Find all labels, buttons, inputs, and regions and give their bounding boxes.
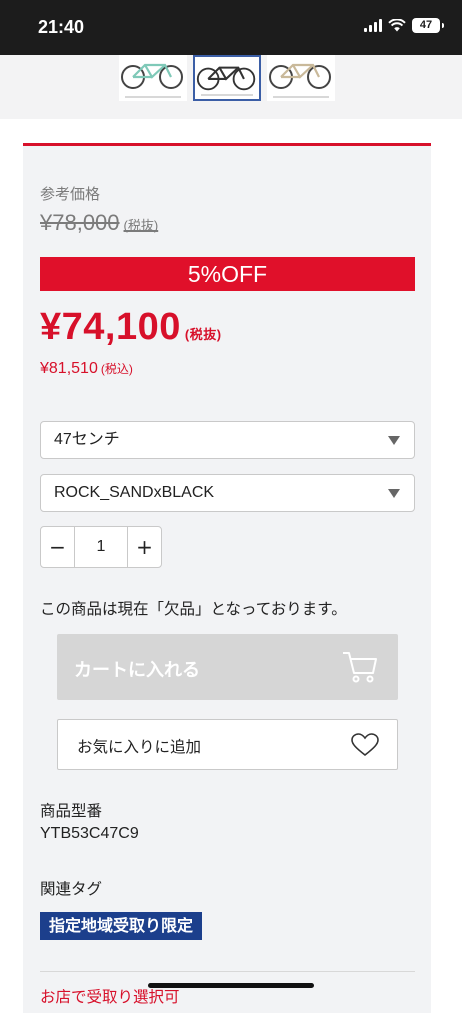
store-pickup-link[interactable]: お店で受取り選択可 — [40, 985, 180, 1007]
reference-price: ¥78,000 (税抜) — [40, 210, 158, 236]
size-select-value: 47センチ — [54, 431, 120, 448]
cart-icon — [343, 652, 377, 683]
heart-icon — [351, 733, 379, 757]
price-incl-tax-label: (税込) — [100, 362, 133, 376]
thumbnail-sand[interactable] — [267, 55, 335, 101]
quantity-stepper: − 1 + — [40, 526, 162, 568]
model-number-value: YTB53C47C9 — [40, 825, 139, 842]
battery-icon: 47 — [412, 18, 444, 33]
sale-price: ¥74,100 (税抜) — [40, 306, 222, 349]
thumbnail-caption — [201, 94, 253, 96]
model-number-label: 商品型番 — [40, 802, 103, 820]
reference-price-value: ¥78,000 — [40, 210, 120, 235]
add-to-cart-button[interactable]: カートに入れる — [57, 634, 398, 700]
sale-price-tax: (税抜) — [184, 327, 222, 342]
color-select[interactable]: ROCK_SANDxBLACK — [40, 474, 415, 512]
bicycle-icon — [269, 63, 331, 89]
thumbnail-strip — [0, 55, 462, 119]
thumbnail-caption — [125, 96, 181, 98]
sale-price-value: ¥74,100 — [40, 306, 181, 348]
discount-badge: 5%OFF — [40, 257, 415, 291]
home-indicator[interactable] — [148, 983, 314, 988]
thumbnail-black[interactable] — [193, 55, 261, 101]
status-time: 21:40 — [38, 17, 85, 37]
reference-price-tax: (税抜) — [123, 218, 159, 233]
reference-price-label: 参考価格 — [40, 186, 101, 203]
color-select-value: ROCK_SANDxBLACK — [54, 484, 215, 501]
signal-icon — [364, 19, 382, 32]
price-incl-tax: ¥81,510 (税込) — [40, 360, 133, 378]
quantity-input[interactable]: 1 — [74, 527, 128, 567]
divider — [40, 971, 415, 972]
add-to-favorites-label: お気に入りに追加 — [77, 738, 202, 756]
thumbnail-caption — [273, 96, 329, 98]
wifi-icon — [388, 19, 406, 32]
add-to-favorites-button[interactable]: お気に入りに追加 — [57, 719, 398, 770]
bicycle-icon — [121, 63, 183, 89]
quantity-increment-button[interactable]: + — [128, 527, 161, 567]
status-bar: 21:40 47 — [0, 0, 462, 55]
bicycle-icon — [196, 66, 256, 91]
stock-message: この商品は現在「欠品」となっております。 — [40, 600, 347, 618]
related-tag[interactable]: 指定地域受取り限定 — [40, 912, 203, 940]
chevron-down-icon — [388, 436, 400, 445]
size-select[interactable]: 47センチ — [40, 421, 415, 459]
thumbnail-mint[interactable] — [119, 55, 187, 101]
price-incl-value: ¥81,510 — [40, 360, 98, 377]
related-tags-label: 関連タグ — [40, 880, 103, 898]
chevron-down-icon — [388, 489, 400, 498]
add-to-cart-label: カートに入れる — [74, 660, 200, 681]
status-icons: 47 — [364, 18, 444, 33]
quantity-decrement-button[interactable]: − — [41, 527, 74, 567]
